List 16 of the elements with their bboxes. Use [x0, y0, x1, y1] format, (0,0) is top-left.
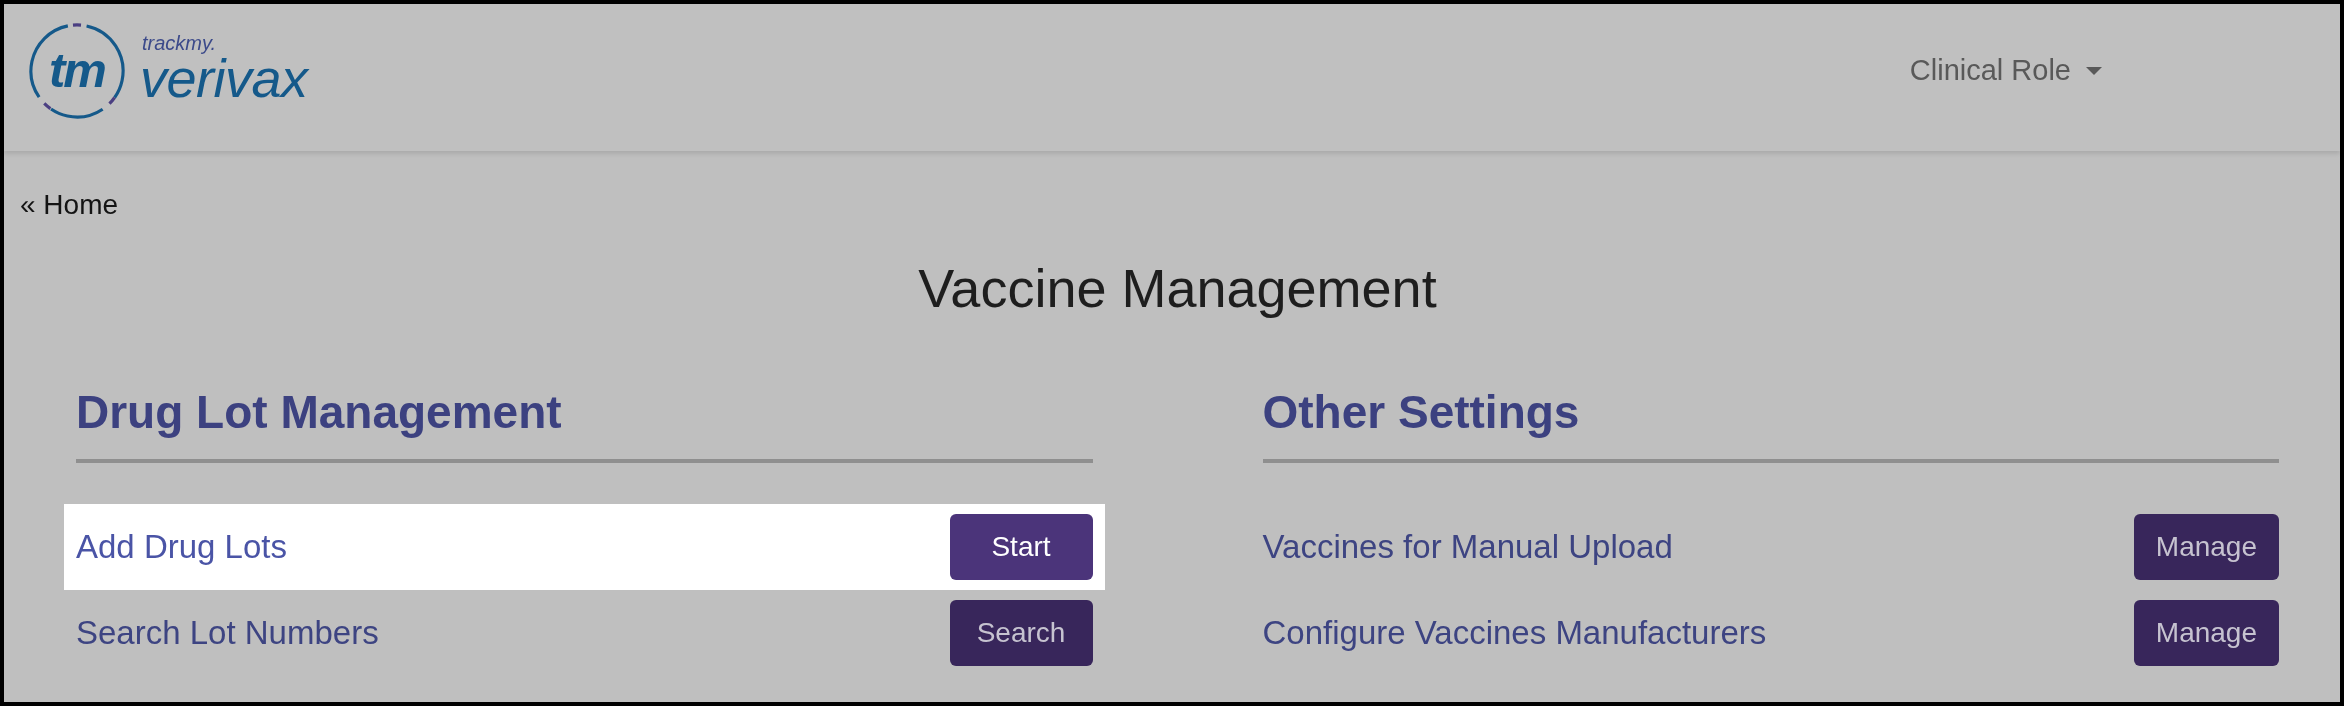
logo-tagline[interactable]: trackmy. — [142, 32, 308, 53]
setting-label: Add Drug Lots — [76, 527, 287, 568]
section-heading: Other Settings — [1262, 385, 1581, 440]
action-button[interactable]: Manage — [2133, 600, 2279, 666]
logo-monogram[interactable]: tm — [28, 21, 126, 120]
action-button[interactable]: Start — [949, 514, 1093, 580]
home-link[interactable]: « Home — [20, 189, 119, 220]
section-heading: Drug Lot Management — [76, 385, 563, 440]
page-title: Vaccine Management — [917, 257, 1438, 320]
caret-icon — [2086, 66, 2102, 75]
setting-label: Vaccines for Manual Upload — [1262, 527, 1673, 568]
setting-label: Configure Vaccines Manufacturers — [1262, 613, 1767, 654]
action-button[interactable]: Manage — [2133, 514, 2279, 580]
role-dropdown[interactable]: Clinical Role — [1909, 44, 2102, 97]
setting-label: Search Lot Numbers — [76, 613, 379, 654]
action-button[interactable]: Search — [949, 600, 1093, 666]
